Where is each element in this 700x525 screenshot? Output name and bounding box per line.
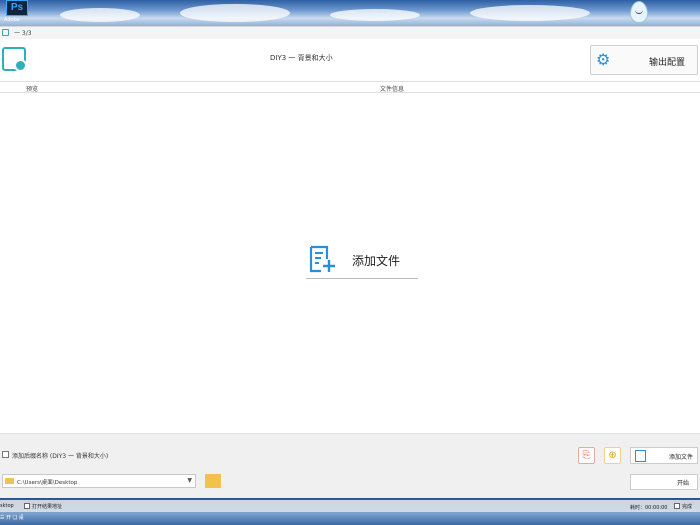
- chevron-down-icon: ▼: [187, 477, 192, 484]
- folder-mini-icon: [5, 478, 14, 484]
- elapsed-time: 耗时：00:00:00: [630, 505, 668, 511]
- output-settings-button[interactable]: ⚙ 输出配置: [590, 45, 698, 75]
- gear-icon: ⚙: [596, 50, 611, 69]
- output-path-value: C:\Users\桌面\Desktop: [17, 480, 78, 486]
- start-menu-strip[interactable]: ☰ 开 ❏ 桌: [0, 514, 24, 521]
- photoshop-label: Adobe: [4, 17, 20, 23]
- add-file-small-icon: [635, 450, 646, 462]
- start-button-label: 开始: [677, 480, 690, 487]
- cloud: [470, 5, 590, 21]
- cloud: [330, 9, 420, 21]
- start-button[interactable]: 开始: [630, 474, 698, 490]
- output-path-select[interactable]: C:\Users\桌面\Desktop ▼: [2, 474, 196, 488]
- window-titlebar[interactable]: 一 3/3: [0, 27, 700, 39]
- clear-list-button[interactable]: ⎘: [578, 447, 595, 464]
- photoshop-icon[interactable]: Ps: [6, 0, 28, 16]
- add-file-center-button[interactable]: 添加文件: [306, 243, 418, 279]
- add-file-button[interactable]: 添加文件: [630, 447, 698, 464]
- status-left-text: sktop: [0, 503, 14, 509]
- rename-checkbox[interactable]: [2, 451, 9, 458]
- open-result-checkbox[interactable]: [24, 503, 30, 509]
- clear-list-icon: ⎘: [582, 450, 591, 461]
- column-preview: 预览: [26, 86, 39, 93]
- app-small-icon: [2, 29, 9, 36]
- header-title: DIY3 一 背景和大小: [270, 54, 333, 62]
- add-folder-button[interactable]: ⊕: [604, 447, 621, 464]
- waterdrop-mascot-icon[interactable]: [630, 1, 648, 23]
- bottom-toolbar: 添加后缀名称 (DIY3 一 背景和大小) ⎘ ⊕ 添加文件 C:\Users\…: [0, 433, 700, 499]
- browse-folder-button[interactable]: [205, 474, 221, 488]
- add-file-label: 添加文件: [352, 254, 401, 268]
- column-file-info: 文件信息: [380, 86, 405, 93]
- finish-checkbox[interactable]: [674, 503, 680, 509]
- taskbar: sktop 打开结果地址 耗时：00:00:00 完成 ☰ 开 ❏ 桌: [0, 498, 700, 525]
- status-row: sktop 打开结果地址 耗时：00:00:00 完成: [0, 500, 700, 512]
- window-title: 一 3/3: [14, 30, 32, 37]
- app-logo-icon: [2, 47, 27, 72]
- app-header: DIY3 一 背景和大小 ⚙ 输出配置: [0, 39, 700, 81]
- cloud: [180, 4, 290, 22]
- output-settings-label: 输出配置: [649, 58, 686, 68]
- add-folder-icon: ⊕: [608, 450, 617, 461]
- cloud: [60, 8, 140, 22]
- open-result-label: 打开结果地址: [32, 504, 63, 510]
- add-file-button-label: 添加文件: [669, 454, 694, 461]
- finish-label: 完成: [682, 504, 693, 510]
- desktop-wallpaper: Ps Adobe: [0, 0, 700, 26]
- rename-checkbox-label: 添加后缀名称 (DIY3 一 背景和大小): [12, 453, 109, 460]
- app-window: 一 3/3 DIY3 一 背景和大小 ⚙ 输出配置 预览 文件信息 添加文件 添…: [0, 26, 700, 499]
- file-list-header: 预览 文件信息: [0, 81, 700, 93]
- file-list-area[interactable]: 添加文件: [0, 93, 700, 433]
- add-file-icon: [309, 245, 335, 273]
